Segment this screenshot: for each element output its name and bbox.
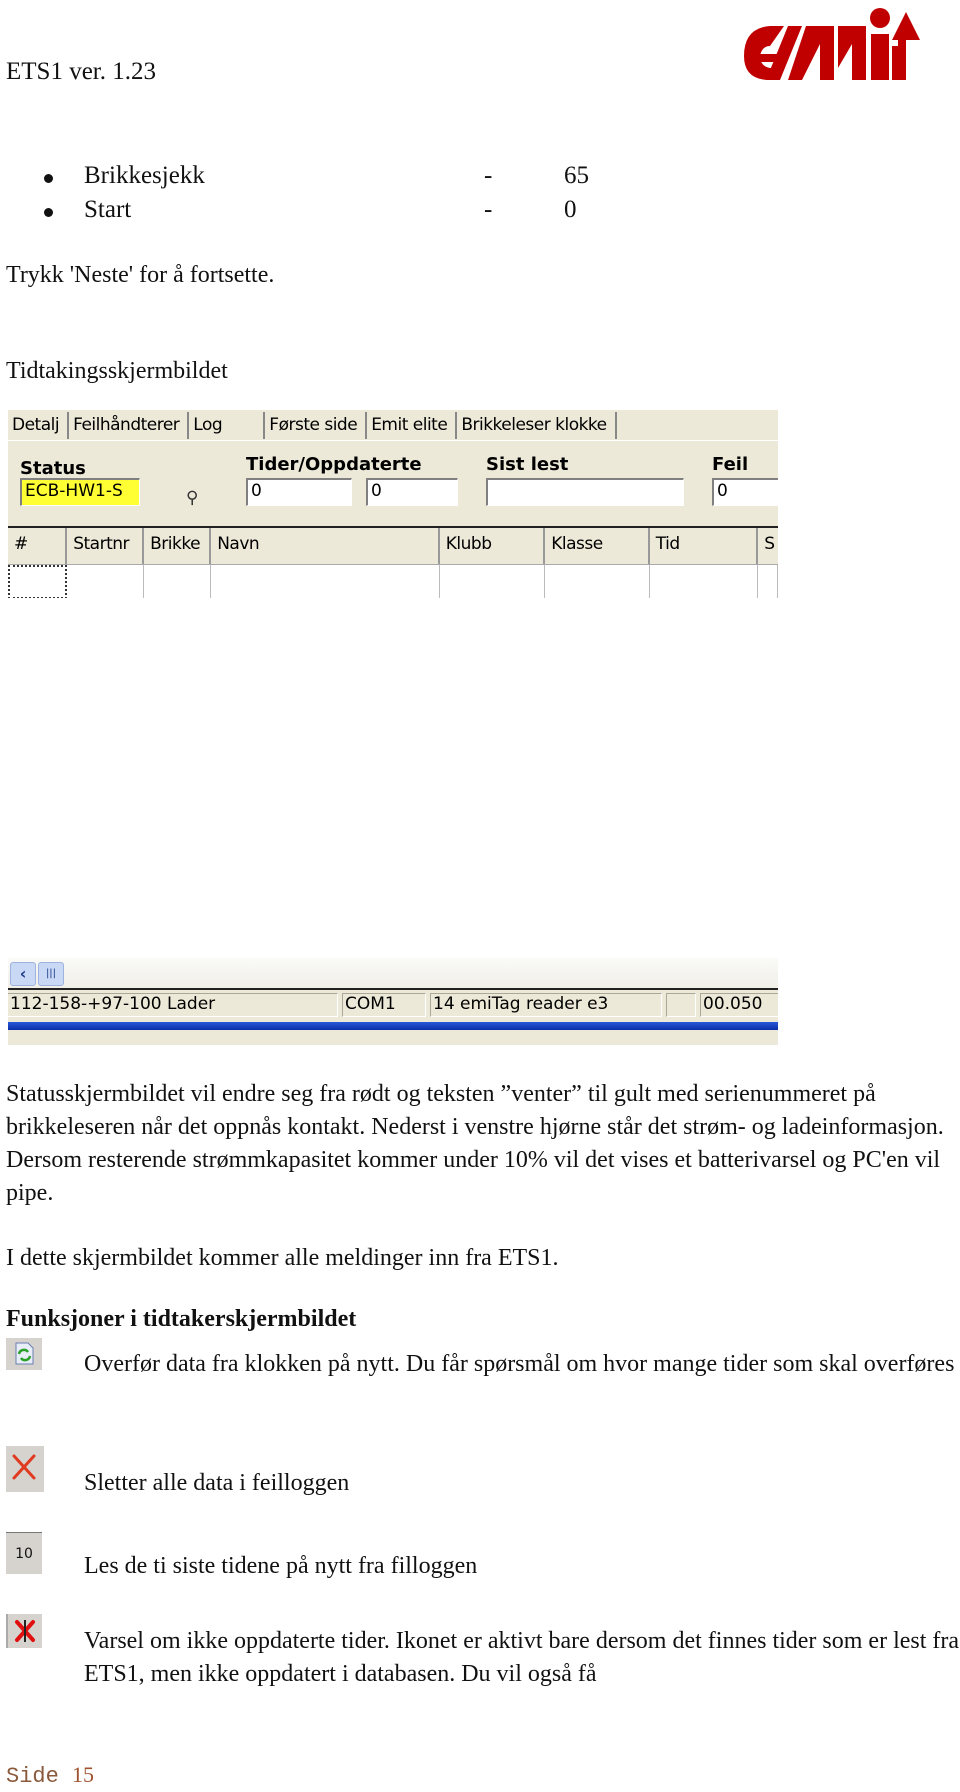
grid-header: # Startnr Brikke Navn Klubb Klasse Tid S: [8, 526, 778, 565]
column-header-klubb[interactable]: Klubb: [440, 528, 546, 564]
bullet-value: 65: [564, 162, 589, 189]
bullet-label: Brikkesjekk: [84, 162, 205, 189]
bullet-dash: -: [484, 196, 493, 223]
description-text: Statusskjermbildet vil endre seg fra rød…: [6, 1081, 944, 1206]
bullet-list: Brikkesjekk - 65 Start - 0: [40, 162, 600, 230]
tab-bar: Detalj Feilhåndterer Log Første side Emi…: [8, 410, 778, 441]
feil-field[interactable]: 0: [712, 478, 778, 506]
column-header-klasse[interactable]: Klasse: [545, 528, 650, 564]
port-status: COM1: [342, 993, 426, 1017]
bullet-dot: [44, 174, 53, 183]
feil-label: Feil: [712, 454, 749, 475]
document-header-title: ETS1 ver. 1.23: [6, 58, 156, 85]
scroll-left-arrow-icon[interactable]: ‹: [10, 962, 36, 986]
table-row[interactable]: [8, 565, 778, 601]
delete-x-icon: [6, 1446, 44, 1492]
oppdaterte-field[interactable]: 0: [366, 478, 458, 506]
bullet-item: Brikkesjekk - 65: [40, 162, 600, 196]
tab-log[interactable]: Log: [189, 412, 266, 439]
function-description: Varsel om ikke oppdaterte tider. Ikonet …: [84, 1628, 960, 1687]
page-footer: Side 15: [6, 1762, 94, 1789]
grid-cell[interactable]: [67, 565, 145, 599]
column-header-navn[interactable]: Navn: [211, 528, 440, 564]
grid-cell[interactable]: [211, 565, 440, 599]
sist-lest-label: Sist lest: [486, 454, 569, 475]
section-title: Tidtakingsskjermbildet: [6, 358, 228, 384]
power-status: 112-158-+97-100 Lader: [8, 993, 338, 1017]
tab-forste-side[interactable]: Første side: [265, 412, 368, 439]
tider-oppdaterte-label: Tider/Oppdaterte: [246, 454, 422, 475]
column-header-brikke[interactable]: Brikke: [144, 528, 212, 564]
bullet-dot: [44, 208, 53, 217]
status-label: Status: [20, 458, 86, 479]
timing-screen-screenshot: Detalj Feilhåndterer Log Første side Emi…: [8, 410, 778, 1045]
refresh-transfer-icon: [6, 1338, 42, 1370]
emit-logo: [744, 8, 920, 80]
bullet-value: 0: [564, 196, 577, 223]
page-number: 15: [72, 1762, 95, 1787]
column-header-number[interactable]: #: [8, 528, 68, 564]
grid-empty-area: [8, 598, 778, 958]
function-description: Les de ti siste tidene på nytt fra fillo…: [84, 1553, 478, 1579]
horizontal-scrollbar[interactable]: ‹ |||: [8, 958, 778, 990]
ten-icon: 10: [6, 1532, 42, 1574]
grid-cell[interactable]: [545, 565, 650, 599]
function-description: Sletter alle data i feilloggen: [84, 1470, 350, 1496]
intro-text: Trykk 'Neste' for å fortsette.: [6, 262, 275, 288]
empty-status: [666, 993, 696, 1017]
grid-cell[interactable]: [8, 565, 68, 599]
status-bar: 112-158-+97-100 Lader COM1 14 emiTag rea…: [8, 990, 778, 1020]
grid-cell[interactable]: [758, 565, 778, 599]
tab-emit-elite[interactable]: Emit elite: [367, 412, 458, 439]
function-description: Overfør data fra klokken på nytt. Du får…: [84, 1351, 955, 1377]
reader-status: 14 emiTag reader e3: [430, 993, 662, 1017]
column-header-startnr[interactable]: Startnr: [67, 528, 145, 564]
warning-x-icon: [6, 1614, 42, 1648]
messages-text: I dette skjermbildet kommer alle melding…: [6, 1245, 559, 1271]
status-field[interactable]: ECB-HW1-S: [20, 478, 140, 506]
footer-label: Side: [6, 1764, 59, 1789]
results-grid: # Startnr Brikke Navn Klubb Klasse Tid S: [8, 526, 778, 601]
grid-cell[interactable]: [440, 565, 546, 599]
sist-lest-field[interactable]: [486, 478, 684, 506]
lightbulb-icon: ⚲: [186, 488, 199, 508]
bullet-item: Start - 0: [40, 196, 600, 230]
column-header-tid[interactable]: Tid: [650, 528, 759, 564]
tab-detalj[interactable]: Detalj: [8, 412, 70, 439]
bullet-dash: -: [484, 162, 493, 189]
grid-cell[interactable]: [144, 565, 212, 599]
tab-brikkeleser-klokke[interactable]: Brikkeleser klokke: [457, 412, 617, 439]
bullet-label: Start: [84, 196, 132, 223]
grid-cell[interactable]: [650, 565, 759, 599]
column-header-s[interactable]: S: [758, 528, 778, 564]
scroll-thumb[interactable]: |||: [38, 962, 64, 986]
tider-field[interactable]: 0: [246, 478, 352, 506]
window-bottom-bar: [8, 1022, 778, 1030]
tab-feilhandterer[interactable]: Feilhåndterer: [69, 412, 190, 439]
time-status: 00.050: [700, 993, 778, 1017]
functions-title: Funksjoner i tidtakerskjermbildet: [6, 1306, 357, 1332]
